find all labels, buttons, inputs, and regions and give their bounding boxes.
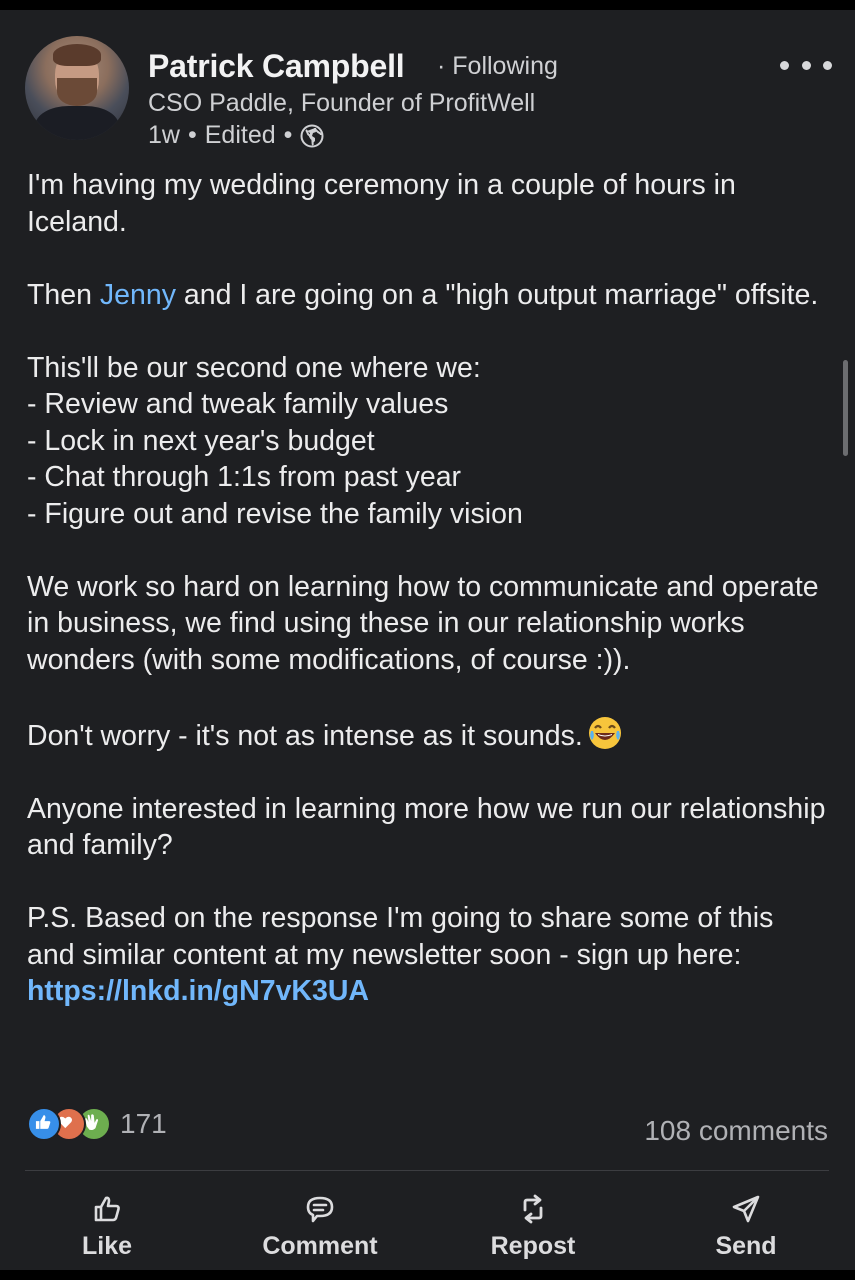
repost-button[interactable]: Repost — [453, 1192, 613, 1261]
author-headline: CSO Paddle, Founder of ProfitWell — [148, 89, 536, 117]
comment-button[interactable]: Comment — [240, 1192, 400, 1261]
divider — [25, 1170, 829, 1171]
avatar-beard — [57, 78, 97, 106]
mention-link[interactable]: Jenny — [100, 279, 176, 311]
laughing-emoji-icon — [588, 716, 621, 749]
author-avatar[interactable] — [25, 36, 129, 140]
post-text: and I are going on a "high output marria… — [175, 278, 819, 311]
comment-label: Comment — [262, 1232, 378, 1260]
post-time: 1w — [148, 121, 180, 149]
post-paragraph: We work so hard on learning how to commu… — [27, 570, 819, 676]
post-meta: 1w • Edited • — [148, 121, 324, 150]
like-button[interactable]: Like — [27, 1192, 187, 1261]
comment-icon — [306, 1196, 334, 1223]
repost-icon — [523, 1194, 543, 1224]
list-intro: This'll be our second one where we: — [27, 351, 481, 384]
list-item: - Review and tweak family values — [27, 388, 449, 420]
send-button[interactable]: Send — [666, 1192, 826, 1261]
post-paragraph: Don't worry - it's not as intense as it … — [27, 715, 827, 755]
reactions-count: 171 — [120, 1108, 167, 1139]
post-paragraph: Then Jenny and I are going on a "high ou… — [27, 277, 827, 314]
follow-status[interactable]: · Following — [437, 52, 558, 81]
post-paragraph: This'll be our second one where we: - Re… — [27, 350, 827, 533]
post-paragraph: I'm having my wedding ceremony in a coup… — [27, 169, 736, 238]
post-body: I'm having my wedding ceremony in a coup… — [27, 167, 827, 1046]
post-screen: Patrick Campbell · Following CSO Paddle,… — [0, 10, 855, 1270]
post-text: Don't worry - it's not as intense as it … — [27, 719, 583, 752]
post-paragraph: Anyone interested in learning more how w… — [27, 792, 826, 862]
more-dot — [780, 60, 789, 70]
like-reaction-icon — [27, 1107, 61, 1141]
thumbs-up-icon — [94, 1196, 120, 1222]
list-item: - Figure out and revise the family visio… — [27, 497, 523, 530]
post-paragraph: P.S. Based on the response I'm going to … — [27, 900, 827, 1010]
send-icon — [732, 1195, 760, 1223]
action-bar: Like Comment Repost Send — [0, 1180, 855, 1270]
repost-label: Repost — [490, 1232, 576, 1260]
send-label: Send — [715, 1232, 777, 1260]
avatar-shirt — [35, 106, 119, 140]
more-options-button[interactable] — [780, 50, 832, 80]
more-dot — [823, 60, 832, 70]
like-label: Like — [81, 1232, 133, 1260]
edited-label: Edited — [204, 121, 276, 149]
more-dot — [801, 60, 811, 70]
meta-separator: • — [187, 121, 197, 149]
comments-count[interactable]: 108 comments — [644, 1115, 828, 1147]
post-text: P.S. Based on the response I'm going to … — [27, 902, 774, 971]
list-item: - Lock in next year's budget — [27, 424, 375, 457]
author-name[interactable]: Patrick Campbell — [148, 48, 405, 85]
scrollbar[interactable] — [843, 360, 848, 456]
globe-icon — [300, 124, 324, 147]
meta-separator: • — [283, 121, 293, 149]
avatar-hair — [53, 44, 101, 66]
list-item: - Chat through 1:1s from past year — [27, 461, 462, 493]
reactions-summary[interactable]: 171 — [27, 1107, 167, 1141]
post-text: Then — [27, 278, 100, 311]
newsletter-link[interactable]: https://lnkd.in/gN7vK3UA — [27, 975, 369, 1007]
